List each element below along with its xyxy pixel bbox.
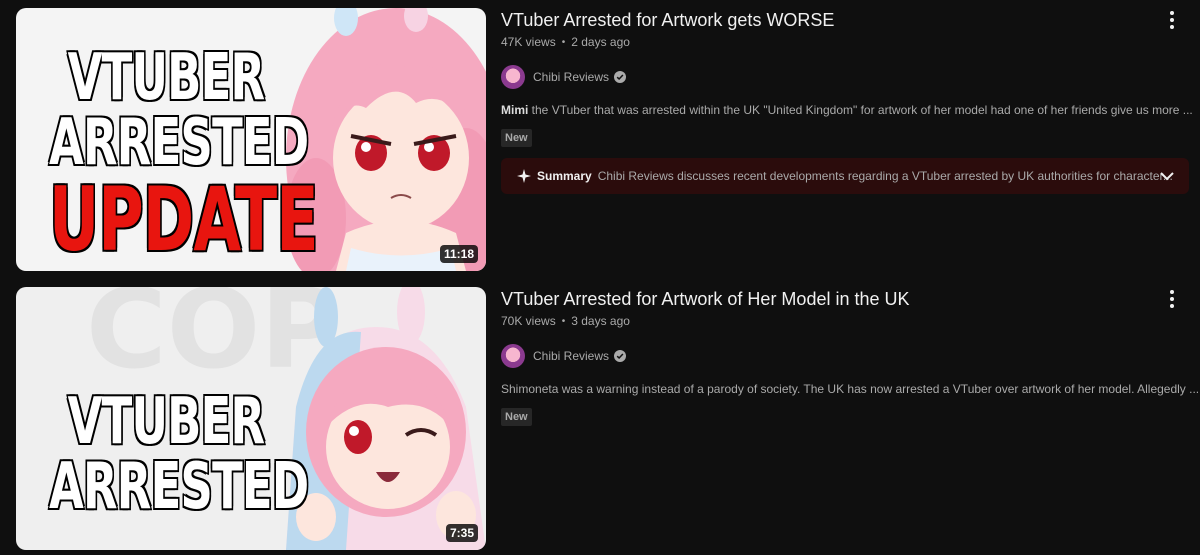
thumbnail-caption-update: UPDATE (48, 168, 320, 271)
channel-info[interactable]: Chibi Reviews (501, 344, 1161, 368)
thumbnail-caption-line: VTUBER (66, 41, 266, 115)
verified-check-icon (614, 71, 627, 83)
video-description: Mimi the VTuber that was arrested within… (501, 103, 1193, 117)
video-metadata: 70K views • 3 days ago (501, 314, 1161, 328)
summary-text: Chibi Reviews discusses recent developme… (597, 169, 1173, 183)
upload-age: 2 days ago (571, 35, 630, 49)
thumbnail-caption-line: ARRESTED (48, 450, 310, 524)
channel-avatar[interactable] (501, 65, 525, 89)
new-badge: New (501, 408, 532, 426)
video-duration: 11:18 (439, 245, 478, 263)
description-highlight: Mimi (501, 103, 529, 117)
upload-age: 3 days ago (571, 314, 630, 328)
video-thumbnail[interactable]: VTUBER ARRESTED UPDATE 11:18 (16, 8, 486, 271)
svg-text:COP: COP (86, 287, 341, 393)
video-details: VTuber Arrested for Artwork of Her Model… (501, 287, 1200, 426)
video-description: Shimoneta was a warning instead of a par… (501, 382, 1200, 396)
more-vert-icon[interactable] (1162, 8, 1182, 32)
separator-dot: • (561, 36, 566, 48)
chevron-down-icon[interactable] (1159, 169, 1175, 183)
channel-name[interactable]: Chibi Reviews (533, 349, 609, 363)
thumbnail-caption-line: VTUBER (66, 385, 266, 459)
video-title[interactable]: VTuber Arrested for Artwork gets WORSE (501, 9, 1161, 31)
video-metadata: 47K views • 2 days ago (501, 35, 1161, 49)
channel-name[interactable]: Chibi Reviews (533, 70, 609, 84)
video-duration: 7:35 (445, 524, 478, 542)
view-count: 70K views (501, 314, 556, 328)
summary-label: Summary (537, 169, 592, 183)
verified-check-icon (614, 350, 627, 362)
search-results: VTUBER ARRESTED UPDATE 11:18 VTuber Arre… (0, 0, 1200, 555)
new-badge: New (501, 129, 532, 147)
thumbnail-caption-line: ARRESTED (48, 106, 310, 180)
ai-summary-bar[interactable]: Summary Chibi Reviews discusses recent d… (501, 158, 1189, 194)
channel-info[interactable]: Chibi Reviews (501, 65, 1161, 89)
sparkle-icon (517, 169, 531, 183)
video-details: VTuber Arrested for Artwork gets WORSE 4… (501, 8, 1193, 194)
more-vert-icon[interactable] (1162, 287, 1182, 311)
description-text: the VTuber that was arrested within the … (528, 103, 1193, 117)
video-title[interactable]: VTuber Arrested for Artwork of Her Model… (501, 288, 1161, 310)
view-count: 47K views (501, 35, 556, 49)
video-thumbnail[interactable]: COP VTUBER ARRESTED 7:35 (16, 287, 486, 550)
channel-avatar[interactable] (501, 344, 525, 368)
separator-dot: • (561, 315, 566, 327)
